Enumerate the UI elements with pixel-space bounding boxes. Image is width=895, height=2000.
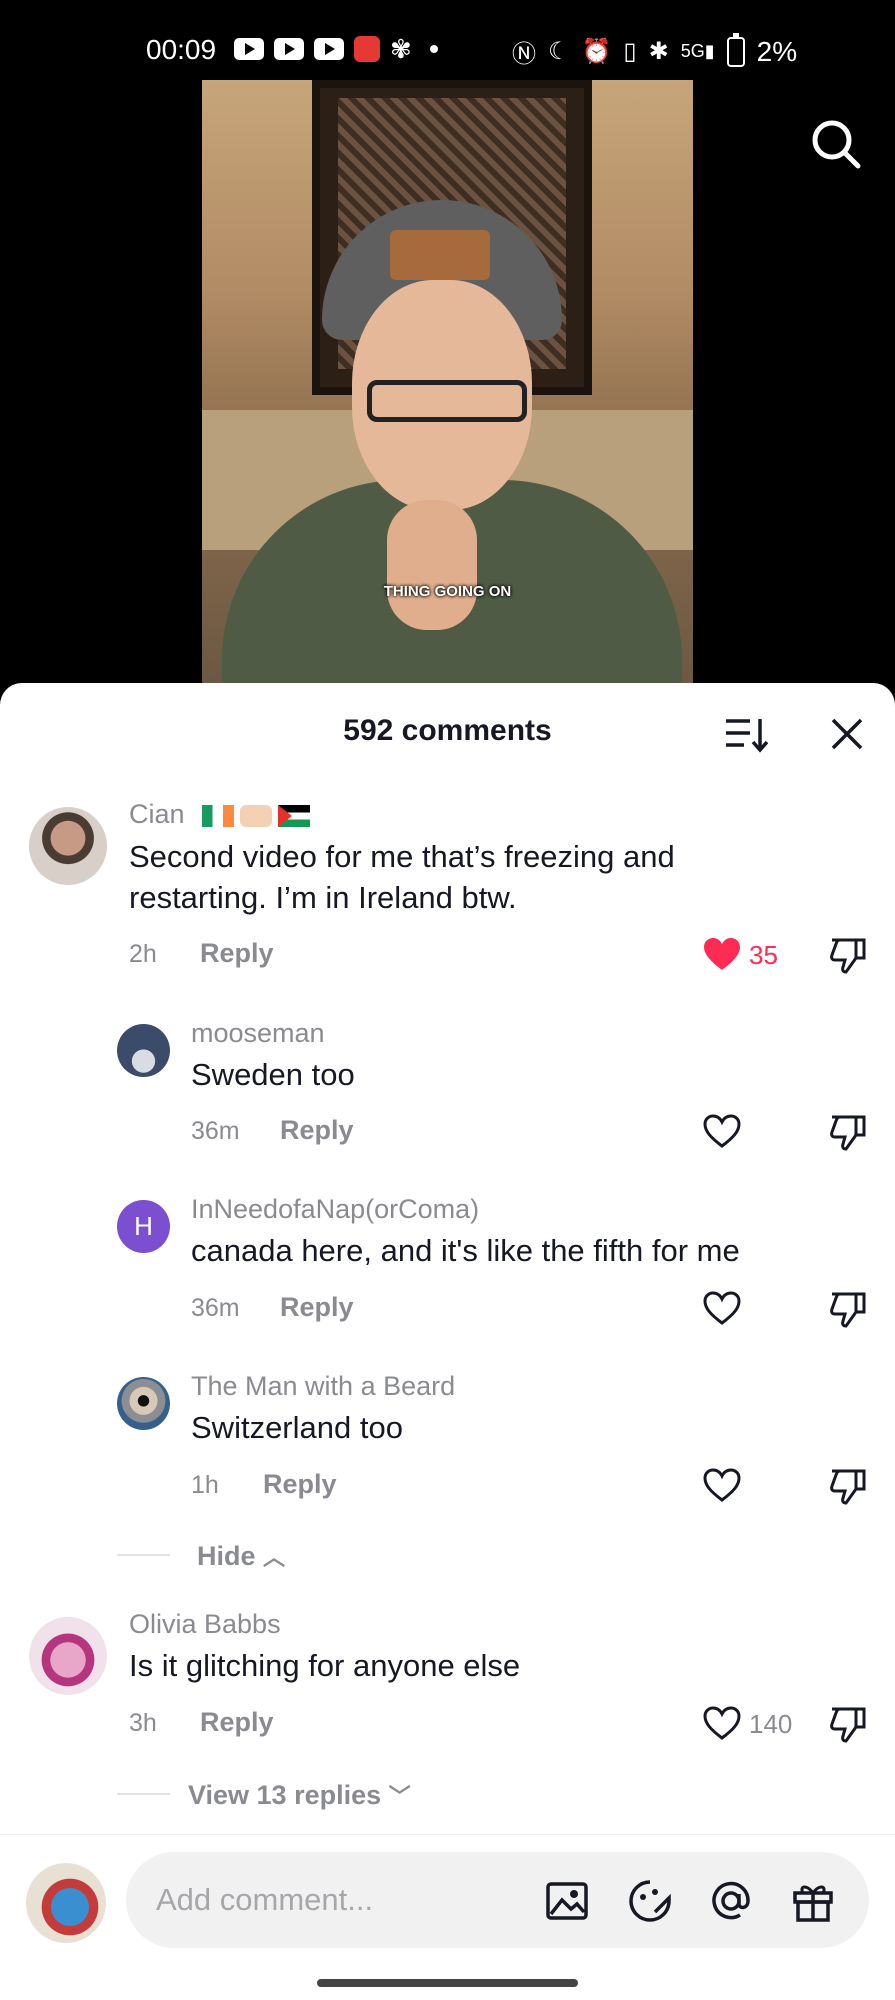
reply-button[interactable]: Reply <box>263 1469 337 1500</box>
comments-sheet: 592 comments Cian Second video for me th… <box>0 683 895 2000</box>
app-icon <box>354 36 380 62</box>
bluetooth-icon: ✱ <box>648 38 669 65</box>
hand <box>387 500 477 630</box>
comment-username[interactable]: The Man with a Beard <box>191 1371 455 1402</box>
chevron-down-icon: ﹀ <box>388 1784 411 1809</box>
comment-input-container[interactable] <box>126 1852 869 1948</box>
view-replies-button[interactable]: View 13 replies ﹀ <box>188 1779 411 1811</box>
reply-button[interactable]: Reply <box>280 1115 354 1146</box>
battery-icon <box>726 32 745 67</box>
avatar[interactable] <box>29 807 107 885</box>
notification-icons: ✾ <box>234 36 438 62</box>
heart-outline-icon[interactable] <box>702 1113 742 1149</box>
heart-outline-icon[interactable] <box>702 1705 742 1741</box>
reply-button[interactable]: Reply <box>280 1292 354 1323</box>
comment-time: 3h <box>129 1709 157 1737</box>
dislike-icon[interactable] <box>828 1290 868 1328</box>
ireland-flag-icon <box>202 804 235 827</box>
hide-label[interactable]: Hide <box>197 1541 256 1571</box>
avatar-letter: H <box>134 1211 153 1241</box>
reply-button[interactable]: Reply <box>200 938 274 969</box>
gift-icon[interactable] <box>790 1878 836 1924</box>
comment-time: 2h <box>129 940 157 968</box>
avatar[interactable] <box>117 1377 170 1430</box>
status-time: 00:09 <box>146 34 217 65</box>
chevron-up-icon: ︿ <box>263 1545 286 1570</box>
username-text[interactable]: Cian <box>129 799 185 829</box>
heart-outline-icon[interactable] <box>702 1467 742 1503</box>
search-icon[interactable] <box>810 118 862 170</box>
network-type: 5G <box>680 41 705 61</box>
user-avatar[interactable] <box>26 1863 106 1943</box>
home-indicator[interactable] <box>317 1979 578 1987</box>
mention-icon[interactable] <box>708 1878 754 1924</box>
dislike-icon[interactable] <box>828 936 868 974</box>
handshake-icon <box>240 804 273 827</box>
ghost-icon: ✾ <box>390 34 412 64</box>
image-icon[interactable] <box>544 1878 590 1924</box>
comment-username[interactable]: Olivia Babbs <box>129 1609 281 1640</box>
battery-level: 2% <box>756 35 798 67</box>
comment-text: Switzerland too <box>191 1410 403 1445</box>
like-count: 140 <box>749 1709 793 1739</box>
comment-text: Second video for me that’s freezing and … <box>129 836 675 918</box>
comment-text: canada here, and it's like the fifth for… <box>191 1233 740 1268</box>
dislike-icon[interactable] <box>828 1705 868 1743</box>
moon-icon: ☾ <box>548 38 570 65</box>
comment-username[interactable]: InNeedofaNap(orComa) <box>191 1194 479 1225</box>
comment-text-line: Second video for me that’s freezing and <box>129 839 675 874</box>
avatar[interactable]: H <box>117 1200 170 1253</box>
flag-emojis <box>202 804 311 827</box>
comment-username[interactable]: mooseman <box>191 1018 325 1049</box>
comment-time: 1h <box>191 1471 219 1499</box>
dislike-icon[interactable] <box>828 1467 868 1505</box>
avatar[interactable] <box>29 1617 107 1695</box>
nfc-icon: Ⓝ <box>512 41 536 68</box>
cap-patch <box>390 230 490 280</box>
reply-button[interactable]: Reply <box>200 1707 274 1738</box>
heart-filled-icon[interactable] <box>702 936 742 972</box>
divider <box>117 1554 170 1556</box>
system-icons: Ⓝ ☾ ⏰ ▯ ✱ 5G▮ 2% <box>512 32 798 69</box>
comment-text-line: restarting. I’m in Ireland btw. <box>129 880 517 915</box>
comment-time: 36m <box>191 1294 240 1322</box>
dot-icon <box>429 45 438 53</box>
signal-icon: 5G▮ <box>680 41 715 61</box>
comment-text: Is it glitching for anyone else <box>129 1648 521 1683</box>
youtube-icon <box>274 38 304 60</box>
comment-time: 36m <box>191 1117 240 1145</box>
view-replies-label[interactable]: View 13 replies <box>188 1780 381 1810</box>
video-caption: THING GOING ON <box>383 583 512 600</box>
sticker-icon[interactable] <box>627 1878 673 1924</box>
alarm-icon: ⏰ <box>581 38 612 65</box>
hide-replies-button[interactable]: Hide ︿ <box>197 1540 285 1572</box>
dislike-icon[interactable] <box>828 1113 868 1151</box>
palestine-flag-icon <box>278 804 311 827</box>
youtube-icon <box>234 38 264 60</box>
comment-composer <box>0 1834 895 2000</box>
glasses <box>367 380 527 422</box>
youtube-icon <box>314 38 344 60</box>
video-player[interactable]: THING GOING ON <box>202 80 693 690</box>
heart-outline-icon[interactable] <box>702 1290 742 1326</box>
comment-username[interactable]: Cian <box>129 799 311 830</box>
close-icon[interactable] <box>828 715 866 753</box>
like-count: 35 <box>749 940 778 970</box>
sort-icon[interactable] <box>724 715 768 755</box>
avatar[interactable] <box>117 1024 170 1077</box>
vibrate-icon: ▯ <box>623 38 637 65</box>
divider <box>117 1793 170 1795</box>
comment-input[interactable] <box>156 1876 516 1924</box>
comment-text: Sweden too <box>191 1057 355 1092</box>
